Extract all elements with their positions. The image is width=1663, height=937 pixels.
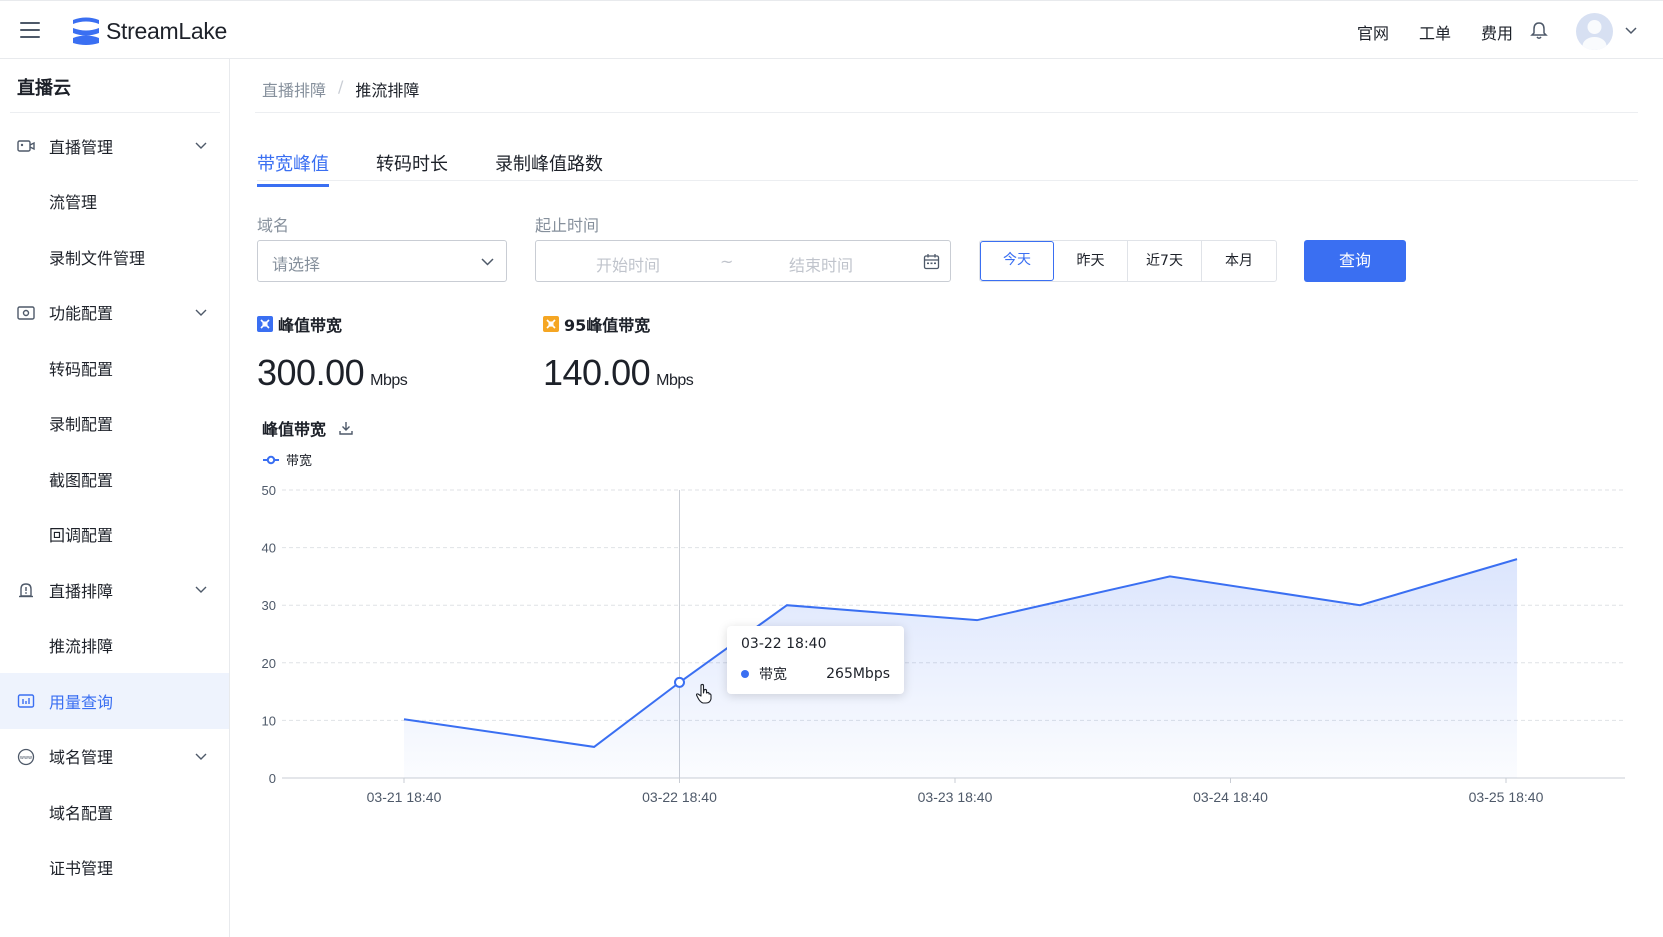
y-tick-label: 20 <box>262 656 276 671</box>
y-tick-label: 50 <box>262 483 276 498</box>
sidebar-item-label: 证书管理 <box>49 859 114 879</box>
x-tick-label: 03-24 18:40 <box>1193 789 1268 805</box>
bandwidth-chart: 0 10 20 30 40 50 03-21 18:40 03-22 18:40 03-23 1… <box>262 483 1625 805</box>
y-tick-label: 10 <box>262 713 276 728</box>
y-tick-label: 30 <box>262 598 276 613</box>
y-tick-label: 40 <box>262 541 276 556</box>
hand-pointer-icon <box>695 683 712 704</box>
tooltip-series-dot <box>741 670 749 678</box>
series-area <box>404 559 1518 778</box>
x-tick-label: 03-25 18:40 <box>1469 789 1544 805</box>
x-tick-label: 03-23 18:40 <box>918 789 993 805</box>
chart-tooltip: 03-22 18:40 带宽 265Mbps <box>727 626 904 694</box>
tooltip-row: 带宽 265Mbps <box>741 664 890 684</box>
x-tick-label: 03-21 18:40 <box>367 789 442 805</box>
y-tick-label: 0 <box>269 771 276 786</box>
tooltip-date: 03-22 18:40 <box>741 636 827 652</box>
tooltip-series-name: 带宽 <box>759 667 787 683</box>
tooltip-value: 265Mbps <box>826 666 890 682</box>
hovered-point <box>674 676 685 688</box>
x-tick-label: 03-22 18:40 <box>642 789 717 805</box>
sidebar-item-certificate-management[interactable]: 证书管理 <box>0 840 229 896</box>
